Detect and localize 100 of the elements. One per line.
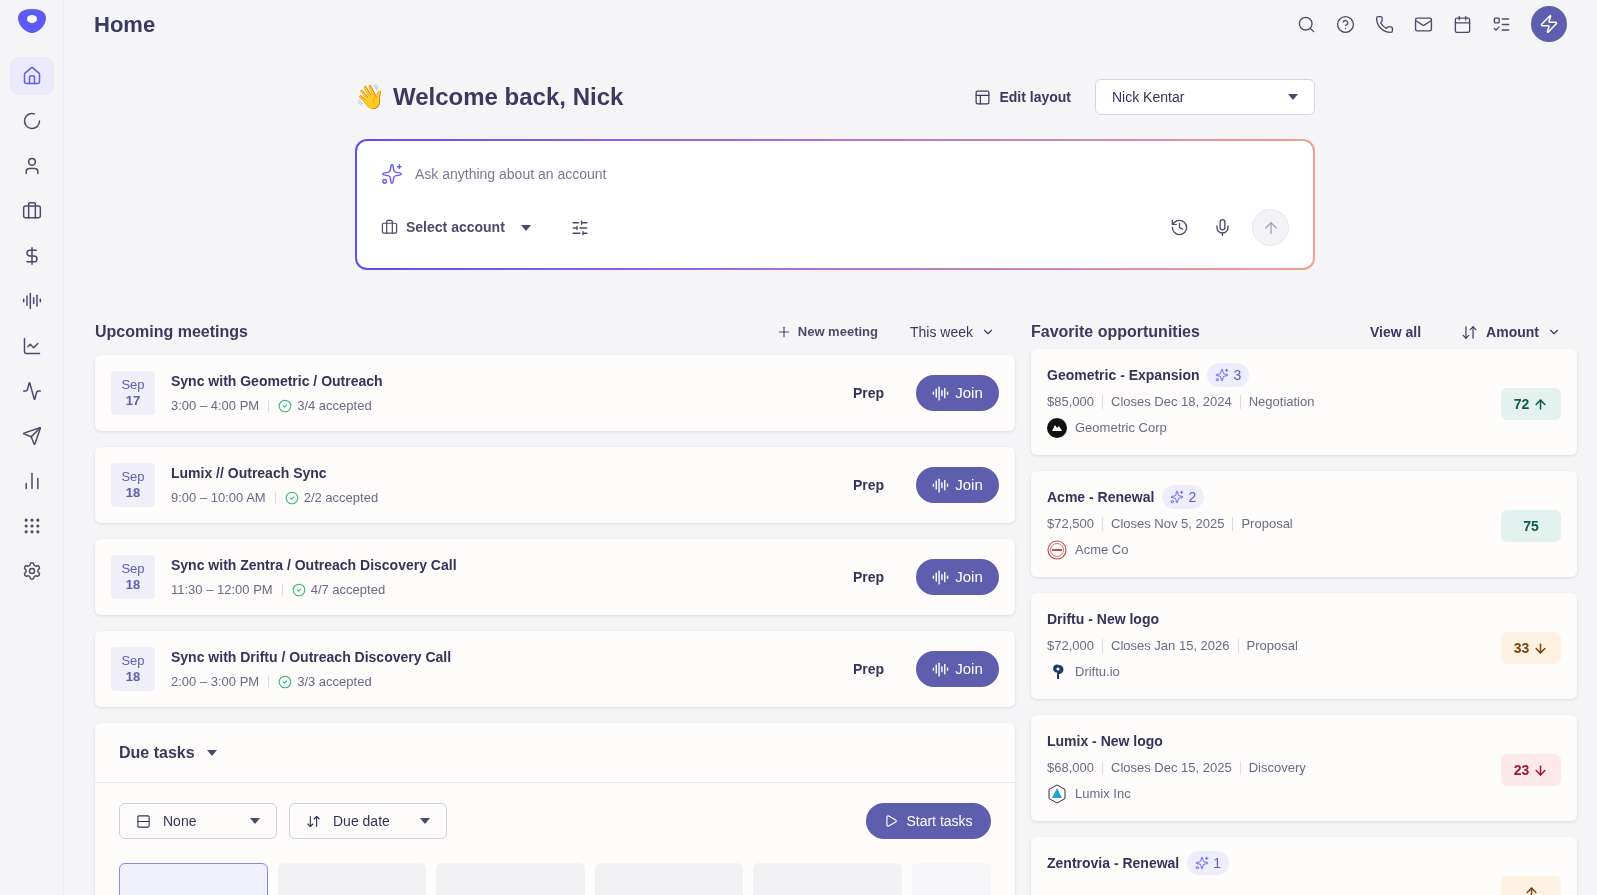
edit-layout-button[interactable]: Edit layout [974, 86, 1071, 108]
history-button[interactable] [1170, 218, 1189, 237]
month-label: Sep [121, 653, 145, 669]
join-button[interactable]: Join [916, 375, 999, 411]
page-title: Home [94, 10, 156, 39]
prep-button[interactable]: Prep [852, 658, 884, 680]
sort-dropdown[interactable]: Due date [289, 803, 447, 839]
meeting-time: 3:00 – 4:00 PM [171, 396, 260, 415]
amount-text: $72,000 [1047, 637, 1094, 655]
prep-button[interactable]: Prep [852, 474, 884, 496]
accepted-count: 2/2 accepted [303, 488, 379, 507]
accepted-count: 3/3 accepted [297, 672, 372, 691]
opportunity-card[interactable]: Driftu - New logo $72,000 Closes Jan 15, 2026 Proposal Driftu.io 33 [1031, 593, 1577, 699]
join-button[interactable]: Join [916, 559, 999, 595]
sparkle-icon [381, 163, 403, 185]
sort-icon [1461, 323, 1479, 341]
score-badge: 23 [1501, 754, 1561, 786]
meeting-time: 2:00 – 3:00 PM [171, 672, 260, 691]
waveform-icon [21, 291, 42, 311]
calendar-icon[interactable] [1453, 14, 1472, 34]
close-date: Closes Nov 5, 2025 [1111, 515, 1225, 533]
opportunity-card[interactable]: Zentrovia - Renewal 1 [1031, 837, 1577, 895]
welcome-heading: Welcome back, Nick [393, 82, 624, 112]
section-title: Upcoming meetings [95, 322, 248, 342]
new-meeting-button[interactable]: New meeting [775, 322, 878, 342]
prep-button[interactable]: Prep [852, 566, 884, 588]
check-icon [291, 582, 306, 597]
meeting-card[interactable]: Sep 18 Lumix // Outreach Sync 9:00 – 10:00 AM 2/2 accepted Prep Join [95, 447, 1015, 523]
day-label: 18 [125, 485, 141, 501]
sort-icon [306, 813, 321, 829]
wave-emoji: 👋 [355, 82, 385, 112]
join-button[interactable]: Join [916, 651, 999, 687]
score-badge: 75 [1501, 510, 1561, 542]
meeting-time: 9:00 – 10:00 AM [171, 488, 266, 507]
home-icon [21, 66, 42, 86]
accepted-count: 3/4 accepted [297, 396, 372, 415]
month-label: Sep [121, 377, 145, 393]
meeting-card[interactable]: Sep 17 Sync with Geometric / Outreach 3:00 – 4:00 PM 3/4 accepted Prep Join [95, 355, 1015, 431]
group-dropdown[interactable]: None [119, 803, 277, 839]
opportunity-card[interactable]: Geometric - Expansion 3 $85,000 Closes Dec 18, 2024 Negotiation Geometric Corp 72 [1031, 349, 1577, 455]
caret-icon [206, 749, 217, 756]
company-name: Lumix Inc [1075, 784, 1131, 803]
insight-badge: 2 [1162, 485, 1205, 509]
briefcase-icon [21, 201, 42, 221]
sidebar-item[interactable] [9, 57, 54, 95]
insight-badge: 3 [1207, 363, 1250, 387]
month-label: Sep [121, 561, 145, 577]
user-select[interactable]: Nick Kentar [1095, 79, 1315, 115]
tasks-title-dropdown[interactable]: Due tasks [119, 740, 217, 765]
check-icon [284, 490, 299, 505]
stage-text: Discovery [1248, 759, 1306, 777]
briefcase-icon [381, 219, 398, 236]
action-avatar[interactable] [1531, 6, 1567, 42]
meeting-card[interactable]: Sep 18 Sync with Zentra / Outreach Discovery Call 11:30 – 12:00 PM 4/7 accepted Prep Join [95, 539, 1015, 615]
amount-sort-dropdown[interactable]: Amount [1461, 321, 1561, 343]
prep-button[interactable]: Prep [852, 382, 884, 404]
search-icon[interactable] [1297, 14, 1316, 34]
stage-text: Negotiation [1248, 393, 1315, 411]
mail-icon[interactable] [1414, 14, 1433, 34]
company-name: Geometric Corp [1075, 418, 1167, 437]
section-title: Favorite opportunities [1031, 322, 1200, 342]
ask-field[interactable]: Ask anything about an account [415, 163, 1289, 185]
meeting-title: Sync with Zentra / Outreach Discovery Call [171, 555, 457, 575]
company-name: Acme Co [1075, 540, 1129, 559]
day-label: 18 [125, 669, 141, 685]
help-icon[interactable] [1336, 14, 1355, 34]
range-dropdown[interactable]: This week [909, 321, 995, 343]
month-label: Sep [121, 469, 145, 485]
waveform-icon [932, 384, 950, 402]
stage-text: Proposal [1241, 515, 1293, 533]
close-date: Closes Dec 18, 2024 [1111, 393, 1232, 411]
waveform-icon [932, 660, 950, 678]
close-date: Closes Dec 15, 2025 [1111, 759, 1232, 777]
insight-badge: 1 [1187, 851, 1230, 875]
score-badge: 33 [1501, 632, 1561, 664]
app-logo-icon[interactable] [16, 8, 47, 34]
opportunity-name: Zentrovia - Renewal [1047, 853, 1180, 873]
microphone-button[interactable] [1213, 218, 1232, 237]
start-tasks-button[interactable]: Start tasks [866, 803, 991, 839]
opportunity-card[interactable]: Lumix - New logo $68,000 Closes Dec 15, 2025 Discovery Lumix Inc 23 [1031, 715, 1577, 821]
view-all-link[interactable]: View all [1370, 321, 1422, 343]
join-button[interactable]: Join [916, 467, 999, 503]
meeting-card[interactable]: Sep 18 Sync with Driftu / Outreach Discovery Call 2:00 – 3:00 PM 3/3 accepted Prep Join [95, 631, 1015, 707]
checklist-icon[interactable] [1492, 14, 1511, 34]
send-icon [21, 426, 42, 446]
play-icon [884, 814, 899, 828]
amount-text: $72,500 [1047, 515, 1094, 533]
spinner-icon [21, 111, 42, 131]
select-account-button[interactable]: Select account [381, 217, 531, 238]
filter-button[interactable] [570, 218, 589, 237]
opportunity-name: Acme - Renewal [1047, 487, 1155, 507]
caret-icon [250, 818, 260, 824]
phone-icon[interactable] [1375, 14, 1394, 34]
amount-text: $85,000 [1047, 393, 1094, 411]
lightning-icon [1539, 14, 1559, 34]
amount-text: $68,000 [1047, 759, 1094, 777]
close-date: Closes Jan 15, 2026 [1111, 637, 1230, 655]
opportunity-card[interactable]: Acme - Renewal 2 $72,500 Closes Nov 5, 2025 Proposal Acme Co 75 [1031, 471, 1577, 577]
rows-icon [136, 813, 151, 829]
caret-icon [1288, 94, 1298, 100]
